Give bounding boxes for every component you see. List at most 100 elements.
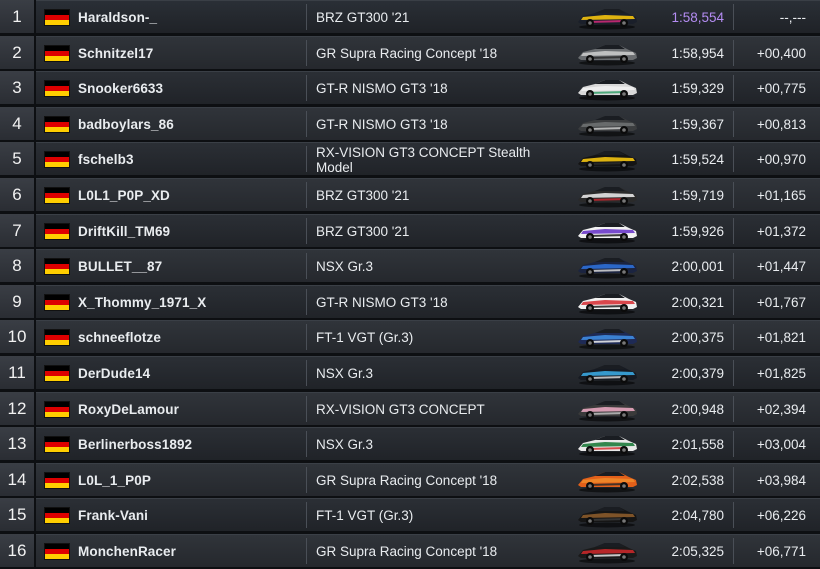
position-number: 6 bbox=[0, 178, 34, 211]
time-gap: +00,400 bbox=[756, 46, 806, 61]
car-model: NSX Gr.3 bbox=[316, 259, 374, 274]
leaderboard-row[interactable]: 14 L0L_1_P0P GR Supra Racing Concept '18 2:… bbox=[0, 463, 820, 496]
row-body: fschelb3 RX-VISION GT3 CONCEPT Stealth Mo… bbox=[36, 142, 820, 175]
lap-time: 1:58,954 bbox=[671, 46, 724, 61]
leaderboard-row[interactable]: 12 RoxyDeLamour RX-VISION GT3 CONCEPT 2:00,… bbox=[0, 392, 820, 425]
leaderboard-row[interactable]: 6 L0L1_P0P_XD BRZ GT300 '21 1:59,719 +01,165 bbox=[0, 178, 820, 211]
time-gap: +01,767 bbox=[756, 295, 806, 310]
leaderboard-row[interactable]: 11 DerDude14 NSX Gr.3 2:00,379 +01,825 bbox=[0, 356, 820, 389]
time-gap: +06,226 bbox=[756, 508, 806, 523]
position-number: 3 bbox=[0, 71, 34, 104]
car-model: NSX Gr.3 bbox=[316, 437, 374, 452]
time-gap: +03,984 bbox=[756, 473, 806, 488]
leaderboard-row[interactable]: 8 BULLET__87 NSX Gr.3 2:00,001 +01,447 bbox=[0, 249, 820, 282]
row-body: Snooker6633 GT-R NISMO GT3 '18 1:59,329 +00… bbox=[36, 71, 820, 104]
row-body: Berlinerboss1892 NSX Gr.3 2:01,558 +03,004 bbox=[36, 427, 820, 460]
row-body: L0L1_P0P_XD BRZ GT300 '21 1:59,719 +01,165 bbox=[36, 178, 820, 211]
car-livery-icon bbox=[567, 108, 647, 141]
time-gap: +00,813 bbox=[756, 117, 806, 132]
germany-flag-icon bbox=[44, 257, 70, 275]
position-number: 4 bbox=[0, 107, 34, 140]
lap-time: 1:58,554 bbox=[671, 10, 724, 25]
driver-name: Frank-Vani bbox=[78, 508, 149, 523]
germany-flag-icon bbox=[44, 44, 70, 62]
driver-name: schneeflotze bbox=[78, 330, 161, 345]
leaderboard-row[interactable]: 4 badboylars_86 GT-R NISMO GT3 '18 1:59,367… bbox=[0, 107, 820, 140]
leaderboard-row[interactable]: 3 Snooker6633 GT-R NISMO GT3 '18 1:59,329 +0… bbox=[0, 71, 820, 104]
driver-name: L0L1_P0P_XD bbox=[78, 188, 170, 203]
time-gap: +00,775 bbox=[756, 81, 806, 96]
leaderboard-row[interactable]: 1 Haraldson-_ BRZ GT300 '21 1:58,554 --,--- bbox=[0, 0, 820, 33]
germany-flag-icon bbox=[44, 435, 70, 453]
time-gap: +02,394 bbox=[756, 402, 806, 417]
car-model: RX-VISION GT3 CONCEPT bbox=[316, 402, 485, 417]
car-livery-icon bbox=[567, 428, 647, 461]
car-livery-icon bbox=[567, 179, 647, 212]
car-model: RX-VISION GT3 CONCEPT Stealth Model bbox=[316, 144, 531, 175]
driver-name: BULLET__87 bbox=[78, 259, 163, 274]
leaderboard-row[interactable]: 15 Frank-Vani FT-1 VGT (Gr.3) 2:04,780 +06,2… bbox=[0, 498, 820, 531]
position-number: 16 bbox=[0, 534, 34, 567]
position-number: 5 bbox=[0, 142, 34, 175]
leaderboard-row[interactable]: 10 schneeflotze FT-1 VGT (Gr.3) 2:00,375 +01… bbox=[0, 320, 820, 353]
car-model: FT-1 VGT (Gr.3) bbox=[316, 330, 414, 345]
germany-flag-icon bbox=[44, 328, 70, 346]
leaderboard-row[interactable]: 16 MonchenRacer GR Supra Racing Concept '1… bbox=[0, 534, 820, 567]
car-livery-icon bbox=[567, 1, 647, 34]
time-gap: +01,447 bbox=[756, 259, 806, 274]
leaderboard-row[interactable]: 9 X_Thommy_1971_X GT-R NISMO GT3 '18 2:00,3… bbox=[0, 285, 820, 318]
lap-time: 2:04,780 bbox=[671, 508, 724, 523]
position-number: 12 bbox=[0, 392, 34, 425]
time-gap: +01,821 bbox=[756, 330, 806, 345]
lap-time: 2:05,325 bbox=[671, 544, 724, 559]
driver-name: MonchenRacer bbox=[78, 544, 176, 559]
car-livery-icon bbox=[567, 286, 647, 319]
germany-flag-icon bbox=[44, 471, 70, 489]
germany-flag-icon bbox=[44, 115, 70, 133]
car-model: BRZ GT300 '21 bbox=[316, 224, 410, 239]
leaderboard-row[interactable]: 13 Berlinerboss1892 NSX Gr.3 2:01,558 +03,00… bbox=[0, 427, 820, 460]
car-model: GR Supra Racing Concept '18 bbox=[316, 473, 498, 488]
row-body: DriftKill_TM69 BRZ GT300 '21 1:59,926 +01,3… bbox=[36, 214, 820, 247]
row-body: BULLET__87 NSX Gr.3 2:00,001 +01,447 bbox=[36, 249, 820, 282]
car-livery-icon bbox=[567, 393, 647, 426]
time-gap: +00,970 bbox=[756, 152, 806, 167]
car-model: GR Supra Racing Concept '18 bbox=[316, 544, 498, 559]
driver-name: X_Thommy_1971_X bbox=[78, 295, 207, 310]
driver-name: DriftKill_TM69 bbox=[78, 224, 171, 239]
lap-time: 1:59,367 bbox=[671, 117, 724, 132]
row-body: L0L_1_P0P GR Supra Racing Concept '18 2:02… bbox=[36, 463, 820, 496]
lap-time: 2:00,001 bbox=[671, 259, 724, 274]
car-livery-icon bbox=[567, 250, 647, 283]
position-number: 10 bbox=[0, 320, 34, 353]
lap-time: 1:59,524 bbox=[671, 152, 724, 167]
time-gap: +06,771 bbox=[756, 544, 806, 559]
driver-name: badboylars_86 bbox=[78, 117, 174, 132]
car-model: BRZ GT300 '21 bbox=[316, 188, 410, 203]
time-gap: +03,004 bbox=[756, 437, 806, 452]
leaderboard-row[interactable]: 2 Schnitzel17 GR Supra Racing Concept '18 1… bbox=[0, 36, 820, 69]
car-livery-icon bbox=[567, 357, 647, 390]
driver-name: Snooker6633 bbox=[78, 81, 164, 96]
driver-name: Schnitzel17 bbox=[78, 46, 154, 61]
row-body: RoxyDeLamour RX-VISION GT3 CONCEPT 2:00,94… bbox=[36, 392, 820, 425]
position-number: 1 bbox=[0, 0, 34, 33]
car-livery-icon bbox=[567, 215, 647, 248]
car-model: GT-R NISMO GT3 '18 bbox=[316, 117, 448, 132]
position-number: 7 bbox=[0, 214, 34, 247]
driver-name: fschelb3 bbox=[78, 152, 134, 167]
time-gap: +01,825 bbox=[756, 366, 806, 381]
germany-flag-icon bbox=[44, 79, 70, 97]
position-number: 15 bbox=[0, 498, 34, 531]
leaderboard-row[interactable]: 5 fschelb3 RX-VISION GT3 CONCEPT Stealth M… bbox=[0, 142, 820, 175]
row-body: Frank-Vani FT-1 VGT (Gr.3) 2:04,780 +06,226 bbox=[36, 498, 820, 531]
lap-time: 2:00,321 bbox=[671, 295, 724, 310]
leaderboard-row[interactable]: 7 DriftKill_TM69 BRZ GT300 '21 1:59,926 +01,… bbox=[0, 214, 820, 247]
car-livery-icon bbox=[567, 464, 647, 497]
driver-name: DerDude14 bbox=[78, 366, 151, 381]
car-livery-icon bbox=[567, 72, 647, 105]
position-number: 8 bbox=[0, 249, 34, 282]
position-number: 2 bbox=[0, 36, 34, 69]
driver-name: RoxyDeLamour bbox=[78, 402, 179, 417]
position-number: 9 bbox=[0, 285, 34, 318]
